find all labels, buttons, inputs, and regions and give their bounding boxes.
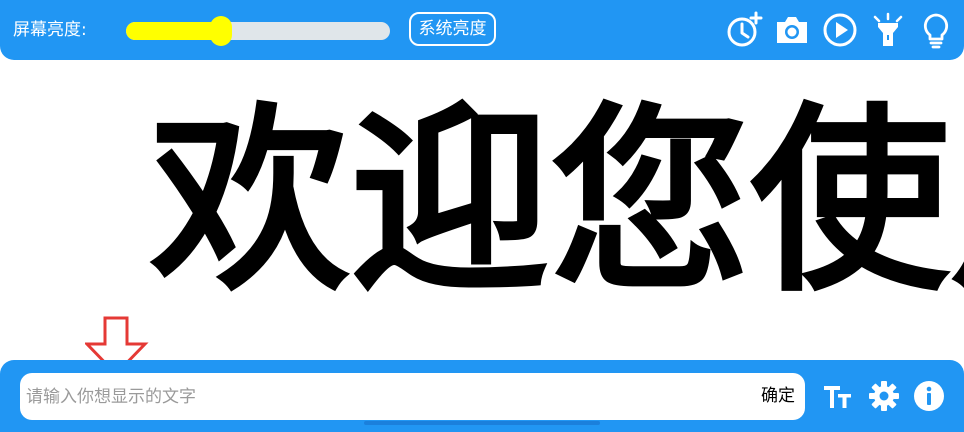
- lightbulb-icon[interactable]: [917, 11, 955, 49]
- play-icon[interactable]: [821, 11, 859, 49]
- display-area: 欢迎您使用: [0, 60, 964, 360]
- system-brightness-button[interactable]: 系统亮度: [409, 12, 496, 46]
- camera-icon[interactable]: [773, 11, 811, 49]
- settings-icon[interactable]: [868, 380, 900, 412]
- brightness-slider[interactable]: [126, 16, 390, 46]
- brightness-slider-track[interactable]: [126, 22, 390, 40]
- top-toolbar: 屏幕亮度: 系统亮度: [0, 0, 964, 60]
- brightness-slider-fill: [126, 22, 221, 40]
- brightness-slider-thumb[interactable]: [210, 16, 232, 46]
- scrolling-display-text: 欢迎您使用: [150, 86, 964, 319]
- display-text-input[interactable]: [26, 373, 742, 420]
- brightness-label: 屏幕亮度:: [13, 20, 87, 40]
- flashlight-icon[interactable]: [869, 11, 907, 49]
- text-size-icon[interactable]: [822, 380, 854, 412]
- info-icon[interactable]: [913, 380, 945, 412]
- timer-add-icon[interactable]: [725, 11, 763, 49]
- confirm-button[interactable]: 确定: [761, 373, 795, 420]
- text-input-container: 确定: [20, 373, 805, 420]
- home-indicator: [364, 421, 600, 425]
